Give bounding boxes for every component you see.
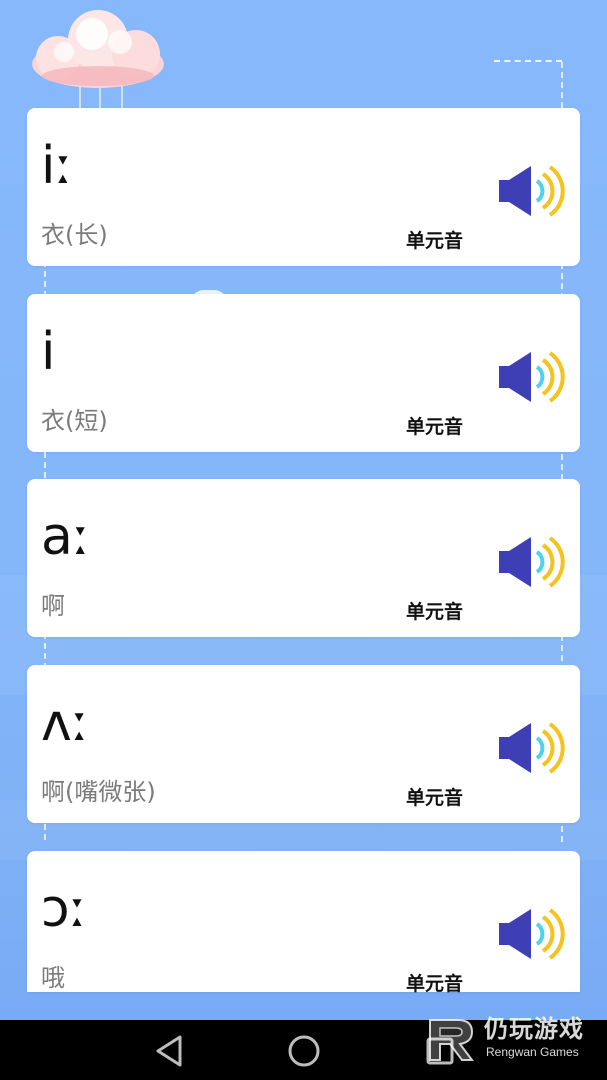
phonetic-symbol: iː xyxy=(41,136,73,196)
sound-type-label: 单元音 xyxy=(406,973,464,995)
speaker-icon[interactable] xyxy=(497,721,565,775)
phonetic-symbol: aː xyxy=(41,507,91,567)
pronunciation-hint: 衣(长) xyxy=(41,221,108,249)
back-triangle-icon[interactable] xyxy=(150,1032,190,1070)
phonetic-card[interactable]: ɔː 哦 单元音 xyxy=(27,851,580,995)
pronunciation-hint: 哦 xyxy=(41,964,65,992)
phonetic-symbol: i xyxy=(41,322,56,382)
phonetic-symbol: ɔː xyxy=(41,879,88,939)
speaker-icon[interactable] xyxy=(497,907,565,961)
pronunciation-hint: 啊 xyxy=(41,592,65,620)
watermark-brand-cn: 仍玩游戏 xyxy=(484,1015,584,1043)
watermark-brand-en: Rengwan Games xyxy=(486,1045,579,1059)
speaker-icon[interactable] xyxy=(497,164,565,218)
phonetic-card[interactable]: iː 衣(长) 单元音 xyxy=(27,108,580,266)
sound-type-label: 单元音 xyxy=(406,230,464,252)
cloud-icon xyxy=(28,8,168,112)
pronunciation-hint: 啊(嘴微张) xyxy=(41,778,156,806)
pronunciation-hint: 衣(短) xyxy=(41,407,108,435)
watermark-logo-icon xyxy=(424,1016,478,1064)
sound-type-label: 单元音 xyxy=(406,416,464,438)
home-circle-icon[interactable] xyxy=(284,1032,324,1070)
watermark: 仍玩游戏 Rengwan Games xyxy=(424,1014,604,1066)
speaker-icon[interactable] xyxy=(497,535,565,589)
phonetic-card[interactable]: aː 啊 单元音 xyxy=(27,479,580,637)
dashed-frame-top xyxy=(494,60,562,62)
phonetic-card[interactable]: i 衣(短) 单元音 xyxy=(27,294,580,452)
sound-type-label: 单元音 xyxy=(406,601,464,623)
phonetic-card[interactable]: ʌː 啊(嘴微张) 单元音 xyxy=(27,665,580,823)
phonetic-symbol: ʌː xyxy=(41,693,90,753)
speaker-icon[interactable] xyxy=(497,350,565,404)
sound-type-label: 单元音 xyxy=(406,787,464,809)
